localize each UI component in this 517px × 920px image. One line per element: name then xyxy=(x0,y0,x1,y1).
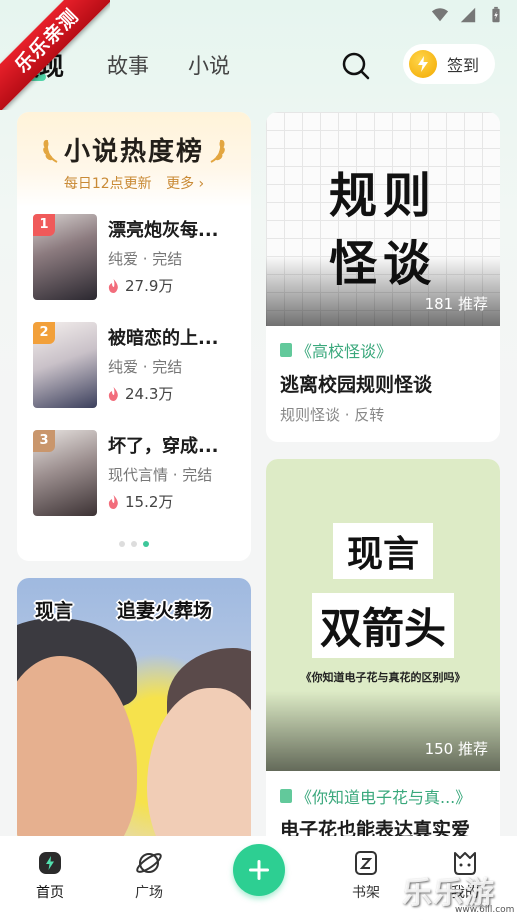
create-button[interactable] xyxy=(233,844,285,896)
book-cover: 规则 怪谈 181 推荐 xyxy=(266,112,500,326)
ranking-more-link[interactable]: 更多 › xyxy=(166,176,204,192)
ranking-item-heat: 27.9万 xyxy=(108,275,173,296)
ranking-update-note: 每日12点更新 xyxy=(63,176,152,192)
book-card[interactable]: 现言 双箭头 《你知道电子花与真花的区别吗》 150 推荐 《你知道电子花与真.… xyxy=(266,459,500,859)
cover-text-line: 规则 xyxy=(328,168,437,224)
status-icons xyxy=(431,6,505,24)
ranking-header: 小说热度榜 每日12点更新 更多 › xyxy=(17,112,251,207)
cover-text-line: 双箭头 xyxy=(266,593,500,658)
ranking-item[interactable]: 2 被暗恋的上... 纯爱 · 完结 24.3万 xyxy=(33,322,243,410)
carousel-dot[interactable] xyxy=(131,541,137,547)
watermark-ribbon-text: 乐乐亲测 xyxy=(0,0,110,110)
recommend-count: 150 推荐 xyxy=(424,740,488,758)
ranking-item-title: 漂亮炮灰每... xyxy=(108,220,219,241)
book-cover: 现言 双箭头 《你知道电子花与真花的区别吗》 150 推荐 xyxy=(266,459,500,771)
flame-icon xyxy=(108,494,118,509)
book-tag-label: 《你知道电子花与真...》 xyxy=(296,788,472,807)
book-cover-illustration: 现言 追妻火葬场 xyxy=(17,578,251,858)
carousel-dot[interactable] xyxy=(119,541,125,547)
flame-icon xyxy=(108,386,118,401)
cover-text: 现言 xyxy=(332,523,433,579)
cover-genre-text: 现言 xyxy=(35,600,74,622)
ranking-item-meta: 现代言情 · 完结 xyxy=(108,466,213,484)
plus-icon xyxy=(249,860,269,880)
carousel-dot-active[interactable] xyxy=(143,541,149,547)
cover-text-line: 现言 xyxy=(266,523,500,579)
cover-trope-text: 追妻火葬场 xyxy=(117,600,213,622)
bookshelf-icon xyxy=(355,851,377,875)
book-icon xyxy=(280,789,292,803)
book-icon xyxy=(280,343,292,357)
ranking-more-label: 更多 xyxy=(166,176,195,192)
nav-bookshelf-label: 书架 xyxy=(352,885,380,901)
lightning-coin-icon xyxy=(409,50,437,78)
nav-home[interactable]: 首页 xyxy=(15,848,85,902)
signin-button[interactable]: 签到 xyxy=(403,44,495,84)
planet-icon xyxy=(136,853,162,873)
book-tag[interactable]: 《你知道电子花与真...》 xyxy=(280,784,471,808)
flame-icon xyxy=(108,278,118,293)
cover-text-line: 怪谈 xyxy=(328,236,437,292)
book-tag-label: 《高校怪谈》 xyxy=(296,342,393,361)
illustration-shape xyxy=(147,688,251,858)
ranking-item-heat-value: 15.2万 xyxy=(125,493,174,511)
battery-icon xyxy=(492,6,500,23)
book-title: 逃离校园规则怪谈 xyxy=(280,374,433,396)
signin-label: 签到 xyxy=(447,56,480,75)
hot-ranking-card[interactable]: 小说热度榜 每日12点更新 更多 › 1 漂亮炮灰每... 纯爱 · 完结 27… xyxy=(17,112,251,561)
watermark-url: www.6ill.com xyxy=(455,905,515,915)
book-cover: 1 xyxy=(33,214,97,300)
cover-subtitle: 《你知道电子花与真花的区别吗》 xyxy=(300,671,466,684)
book-meta: 规则怪谈 · 反转 xyxy=(280,406,385,424)
ranking-item-title: 被暗恋的上... xyxy=(108,328,219,349)
search-icon[interactable] xyxy=(340,50,372,82)
wifi-icon xyxy=(431,8,449,22)
ranking-item-meta: 纯爱 · 完结 xyxy=(108,358,183,376)
nav-plaza[interactable]: 广场 xyxy=(114,848,184,902)
ranking-item-heat-value: 24.3万 xyxy=(125,385,174,403)
home-icon xyxy=(39,852,61,874)
laurel-right-icon xyxy=(210,139,225,163)
ranking-item-heat: 24.3万 xyxy=(108,383,173,404)
tab-story[interactable]: 故事 xyxy=(107,50,149,80)
rank-badge: 2 xyxy=(33,322,55,344)
nav-bookshelf[interactable]: 书架 xyxy=(331,848,401,902)
book-tag[interactable]: 《高校怪谈》 xyxy=(280,338,392,362)
nav-home-label: 首页 xyxy=(36,885,64,901)
carousel-indicator xyxy=(17,541,251,547)
ranking-item[interactable]: 3 坏了，穿成... 现代言情 · 完结 15.2万 xyxy=(33,430,243,518)
ranking-item-meta: 纯爱 · 完结 xyxy=(108,250,183,268)
watermark-ribbon: 乐乐亲测 xyxy=(0,0,110,110)
ranking-item[interactable]: 1 漂亮炮灰每... 纯爱 · 完结 27.9万 xyxy=(33,214,243,302)
ranking-item-title: 坏了，穿成... xyxy=(108,436,219,457)
tab-novel[interactable]: 小说 xyxy=(188,50,230,80)
book-card[interactable]: 规则 怪谈 181 推荐 《高校怪谈》 逃离校园规则怪谈 规则怪谈 · 反转 xyxy=(266,112,500,442)
ranking-subtitle: 每日12点更新 更多 › xyxy=(17,173,251,193)
book-card[interactable]: 现言 追妻火葬场 xyxy=(17,578,251,858)
book-cover: 2 xyxy=(33,322,97,408)
book-cover: 3 xyxy=(33,430,97,516)
ranking-item-heat: 15.2万 xyxy=(108,491,173,512)
ranking-item-heat-value: 27.9万 xyxy=(125,277,174,295)
nav-plaza-label: 广场 xyxy=(135,885,163,901)
rank-badge: 1 xyxy=(33,214,55,236)
signal-icon xyxy=(460,7,476,23)
rank-badge: 3 xyxy=(33,430,55,452)
cover-text: 双箭头 xyxy=(311,593,454,658)
recommend-count: 181 推荐 xyxy=(424,295,488,313)
